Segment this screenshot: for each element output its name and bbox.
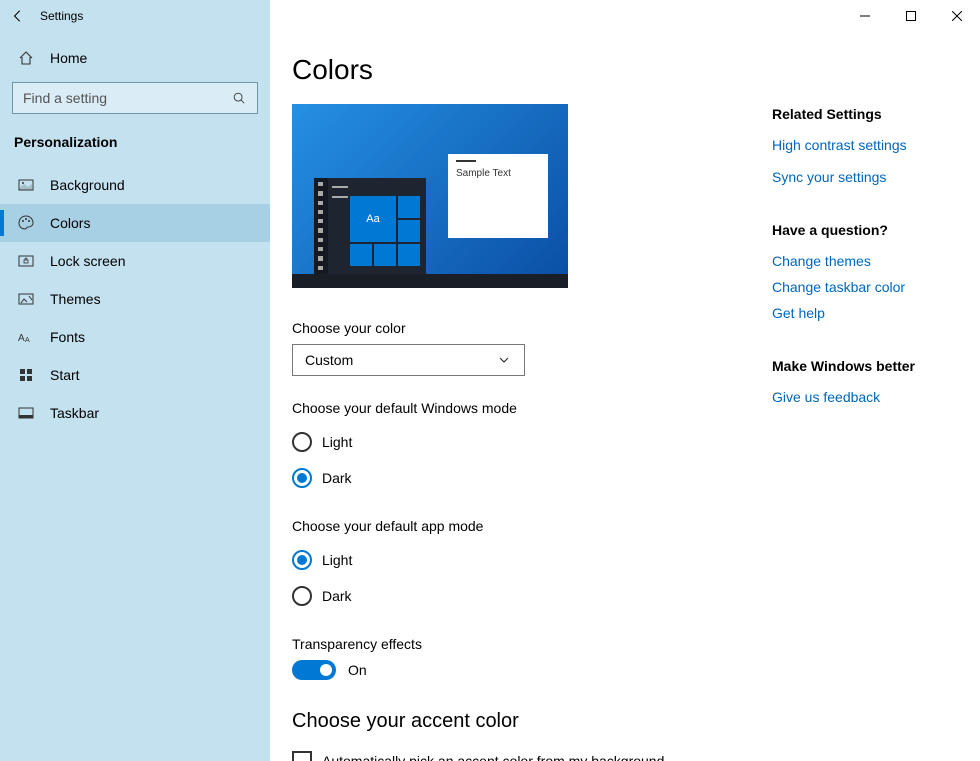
link-high-contrast[interactable]: High contrast settings — [772, 132, 950, 158]
picture-icon — [18, 177, 34, 193]
app-mode-label: Choose your default app mode — [292, 518, 732, 534]
sidebar-item-background[interactable]: Background — [0, 166, 270, 204]
svg-text:A: A — [18, 333, 25, 344]
checkbox-icon — [292, 751, 312, 761]
sidebar-item-themes[interactable]: Themes — [0, 280, 270, 318]
link-change-themes[interactable]: Change themes — [772, 248, 950, 274]
sidebar-item-fonts[interactable]: AA Fonts — [0, 318, 270, 356]
radio-icon — [292, 468, 312, 488]
question-heading: Have a question? — [772, 222, 950, 238]
toggle-state: On — [348, 662, 367, 678]
link-get-help[interactable]: Get help — [772, 300, 950, 326]
chevron-down-icon — [496, 352, 512, 368]
preview-tile-aa: Aa — [350, 196, 396, 242]
sidebar-item-colors[interactable]: Colors — [0, 204, 270, 242]
sidebar-item-label: Fonts — [50, 329, 85, 345]
sidebar-item-label: Start — [50, 367, 80, 383]
right-panel: Related Settings High contrast settings … — [772, 54, 950, 761]
checkbox-label: Automatically pick an accent color from … — [322, 753, 664, 761]
sidebar-item-label: Themes — [50, 291, 101, 307]
radio-label: Dark — [322, 588, 352, 604]
preview-taskbar — [292, 274, 568, 288]
svg-text:A: A — [25, 337, 30, 344]
improve-heading: Make Windows better — [772, 358, 950, 374]
titlebar-left: Settings — [0, 0, 270, 32]
sidebar-item-label: Lock screen — [50, 253, 125, 269]
app-title: Settings — [40, 9, 83, 23]
windows-mode-label: Choose your default Windows mode — [292, 400, 732, 416]
app-mode-group: Light Dark — [292, 542, 732, 614]
search-input[interactable] — [23, 90, 231, 106]
sidebar: Home Personalization Background Colors — [0, 32, 270, 761]
minimize-button[interactable] — [842, 0, 888, 32]
windows-mode-light[interactable]: Light — [292, 424, 732, 460]
search-box[interactable] — [12, 82, 258, 114]
window-controls — [842, 0, 980, 32]
dropdown-value: Custom — [305, 352, 353, 368]
close-button[interactable] — [934, 0, 980, 32]
taskbar-icon — [18, 405, 34, 421]
home-label: Home — [50, 50, 87, 66]
home-button[interactable]: Home — [0, 40, 270, 76]
sidebar-item-label: Taskbar — [50, 405, 99, 421]
search-icon — [231, 90, 247, 106]
windows-mode-dark[interactable]: Dark — [292, 460, 732, 496]
start-icon — [18, 367, 34, 383]
link-change-taskbar[interactable]: Change taskbar color — [772, 274, 950, 300]
back-icon[interactable] — [10, 8, 26, 24]
sidebar-item-lockscreen[interactable]: Lock screen — [0, 242, 270, 280]
sidebar-item-label: Background — [50, 177, 125, 193]
page-title: Colors — [292, 54, 732, 86]
themes-icon — [18, 291, 34, 307]
radio-label: Light — [322, 552, 352, 568]
sidebar-item-taskbar[interactable]: Taskbar — [0, 394, 270, 432]
color-preview: Aa Sample Text — [292, 104, 568, 288]
related-heading: Related Settings — [772, 106, 950, 122]
section-title: Personalization — [0, 130, 270, 166]
radio-icon — [292, 432, 312, 452]
preview-sample-text: Sample Text — [456, 168, 540, 179]
auto-accent-checkbox-row[interactable]: Automatically pick an accent color from … — [292, 751, 732, 761]
accent-heading: Choose your accent color — [292, 710, 732, 733]
choose-color-label: Choose your color — [292, 320, 732, 336]
preview-start-menu: Aa — [314, 178, 426, 274]
windows-mode-group: Light Dark — [292, 424, 732, 496]
transparency-toggle[interactable] — [292, 660, 336, 680]
app-mode-dark[interactable]: Dark — [292, 578, 732, 614]
link-sync-settings[interactable]: Sync your settings — [772, 164, 950, 190]
transparency-label: Transparency effects — [292, 636, 732, 652]
main-content: Colors Aa — [270, 32, 980, 761]
sidebar-item-label: Colors — [50, 215, 90, 231]
palette-icon — [18, 215, 34, 231]
radio-label: Dark — [322, 470, 352, 486]
radio-icon — [292, 586, 312, 606]
lock-screen-icon — [18, 253, 34, 269]
app-mode-light[interactable]: Light — [292, 542, 732, 578]
preview-window: Sample Text — [448, 154, 548, 238]
radio-icon — [292, 550, 312, 570]
radio-label: Light — [322, 434, 352, 450]
link-feedback[interactable]: Give us feedback — [772, 384, 950, 410]
titlebar: Settings — [0, 0, 980, 32]
choose-color-dropdown[interactable]: Custom — [292, 344, 525, 376]
maximize-button[interactable] — [888, 0, 934, 32]
fonts-icon: AA — [18, 329, 34, 345]
home-icon — [18, 50, 34, 66]
sidebar-item-start[interactable]: Start — [0, 356, 270, 394]
